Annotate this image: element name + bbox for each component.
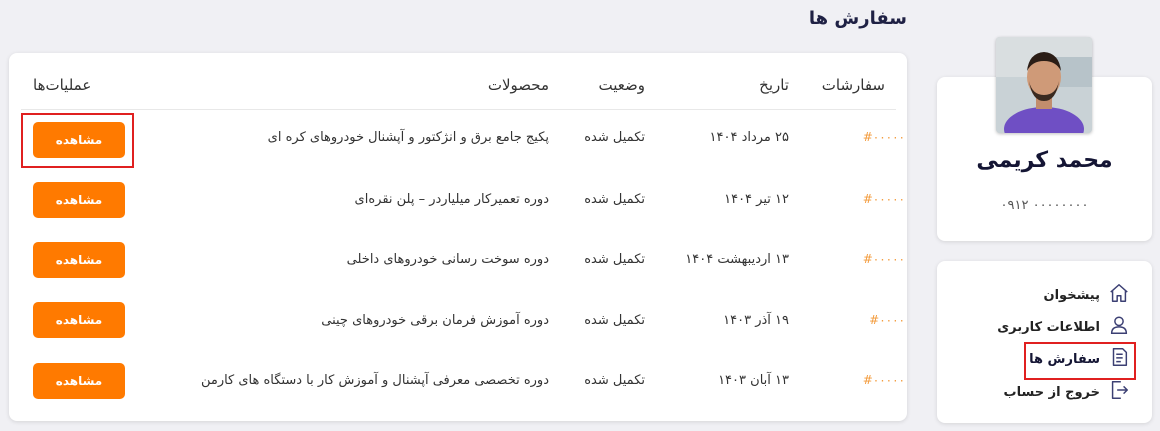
user-name: محمد کریمی <box>976 148 1113 173</box>
order-date: ۱۳ آبان ۱۴۰۳ <box>718 373 789 388</box>
menu-item-label: اطلاعات کاربری <box>997 319 1100 335</box>
order-date: ۱۳ اردیبهشت ۱۴۰۴ <box>685 252 789 267</box>
user-phone: ۰۹۱۲ ۰۰۰۰۰۰۰۰ <box>1000 198 1089 213</box>
menu-item-label: خروج از حساب <box>1003 384 1100 400</box>
menu-item-orders[interactable]: سفارش ها <box>1029 346 1130 372</box>
order-id[interactable]: #۰۰۰۰۰ <box>863 252 905 266</box>
orders-document-icon <box>1108 346 1130 372</box>
avatar <box>996 37 1092 133</box>
order-date: ۲۵ مرداد ۱۴۰۴ <box>709 130 790 145</box>
home-icon <box>1108 282 1130 308</box>
order-date: ۱۲ تیر ۱۴۰۴ <box>724 192 789 207</box>
user-icon <box>1108 314 1130 340</box>
menu-item-label: پیشخوان <box>1043 287 1101 303</box>
page-title: سفارش ها <box>808 8 907 29</box>
menu-item-label: سفارش ها <box>1029 351 1100 367</box>
order-product: دوره تخصصی معرفی آپشنال و آموزش کار با د… <box>200 373 549 388</box>
order-status: تکمیل شده <box>584 313 645 328</box>
order-product: پکیج جامع برق و انژکتور و آپشنال خودروها… <box>267 130 549 145</box>
view-order-button[interactable]: مشاهده <box>33 182 125 218</box>
view-order-button[interactable]: مشاهده <box>33 302 125 338</box>
order-status: تکمیل شده <box>584 130 645 145</box>
order-id[interactable]: #۰۰۰۰ <box>869 313 905 327</box>
order-date: ۱۹ آذر ۱۴۰۳ <box>723 313 789 328</box>
order-id[interactable]: #۰۰۰۰۰ <box>863 373 905 387</box>
order-status: تکمیل شده <box>584 373 645 388</box>
header-date: تاریخ <box>759 76 789 94</box>
order-id[interactable]: #۰۰۰۰۰ <box>863 130 905 144</box>
view-order-button[interactable]: مشاهده <box>33 122 125 158</box>
header-products: محصولات <box>487 76 549 94</box>
order-status: تکمیل شده <box>584 192 645 207</box>
order-status: تکمیل شده <box>584 252 645 267</box>
order-product: دوره تعمیرکار میلیاردر – پلن نقره‌ای <box>354 192 549 207</box>
menu-item-logout[interactable]: خروج از حساب <box>1004 379 1130 405</box>
order-product: دوره سوخت رسانی خودروهای داخلی <box>346 252 549 267</box>
order-product: دوره آموزش فرمان برقی خودروهای چینی <box>321 313 549 328</box>
order-id[interactable]: #۰۰۰۰۰ <box>863 192 905 206</box>
header-orders: سفارشات <box>821 76 885 94</box>
menu-item-dashboard[interactable]: پیشخوان <box>1044 282 1131 308</box>
menu-item-user-info[interactable]: اطلاعات کاربری <box>997 314 1130 340</box>
header-status: وضعیت <box>598 76 645 94</box>
view-order-button[interactable]: مشاهده <box>33 242 125 278</box>
header-actions: عملیات‌ها <box>33 76 92 94</box>
view-order-button[interactable]: مشاهده <box>33 363 125 399</box>
logout-icon <box>1108 379 1130 405</box>
